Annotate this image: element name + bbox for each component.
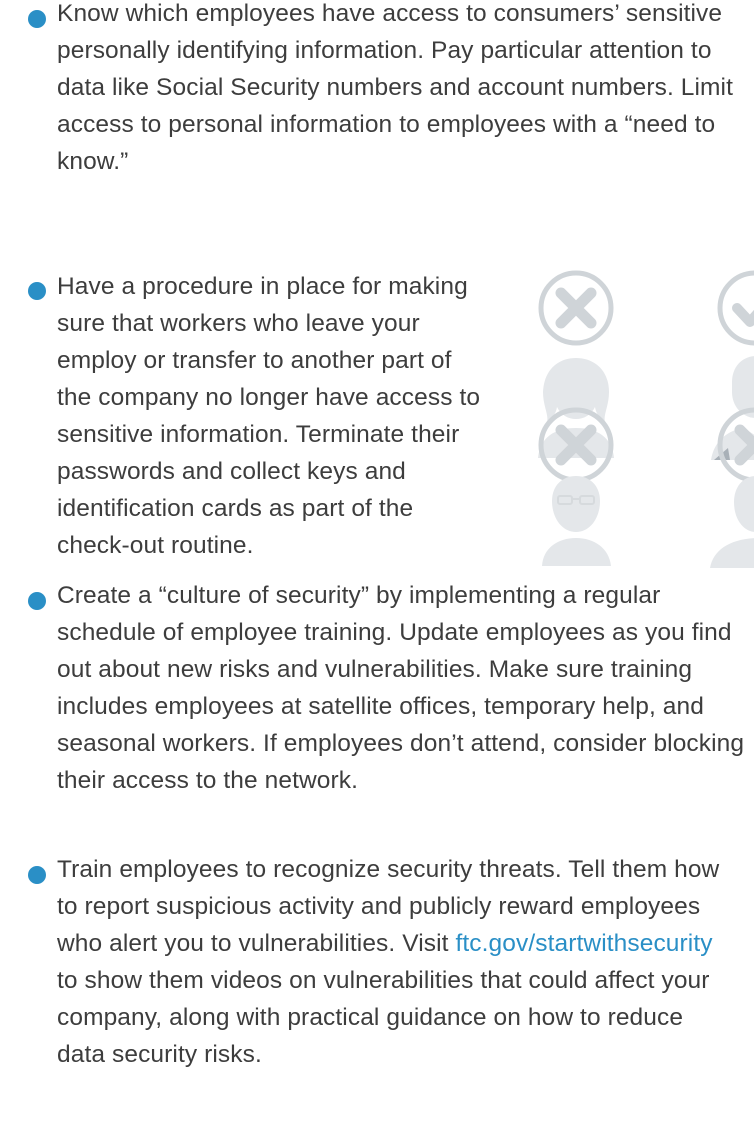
page: Know which employees have access to cons… (0, 0, 754, 1128)
bullet-dot-icon (28, 10, 46, 28)
x-mark-icon (538, 270, 614, 346)
check-mark-icon (717, 270, 754, 346)
man-glasses-avatar-icon (542, 476, 611, 566)
bullet-dot-icon (28, 282, 46, 300)
bullet-text: Create a “culture of security” by implem… (57, 582, 745, 794)
bullet-dot-icon (28, 592, 46, 610)
bullet-text: Have a procedure in place for making sur… (57, 273, 481, 559)
bullet-text: Know which employees have access to cons… (57, 0, 733, 175)
bullet-dot-icon (28, 866, 46, 884)
bullet-text-part: to show them videos on vulnerabilities t… (57, 967, 710, 1068)
startwithsecurity-link[interactable]: ftc.gov/startwithsecurity (455, 930, 712, 957)
employee-access-illustration (530, 270, 754, 570)
person-avatar-icon (710, 476, 754, 568)
bullet-text: Train employees to recognize security th… (57, 851, 737, 1073)
